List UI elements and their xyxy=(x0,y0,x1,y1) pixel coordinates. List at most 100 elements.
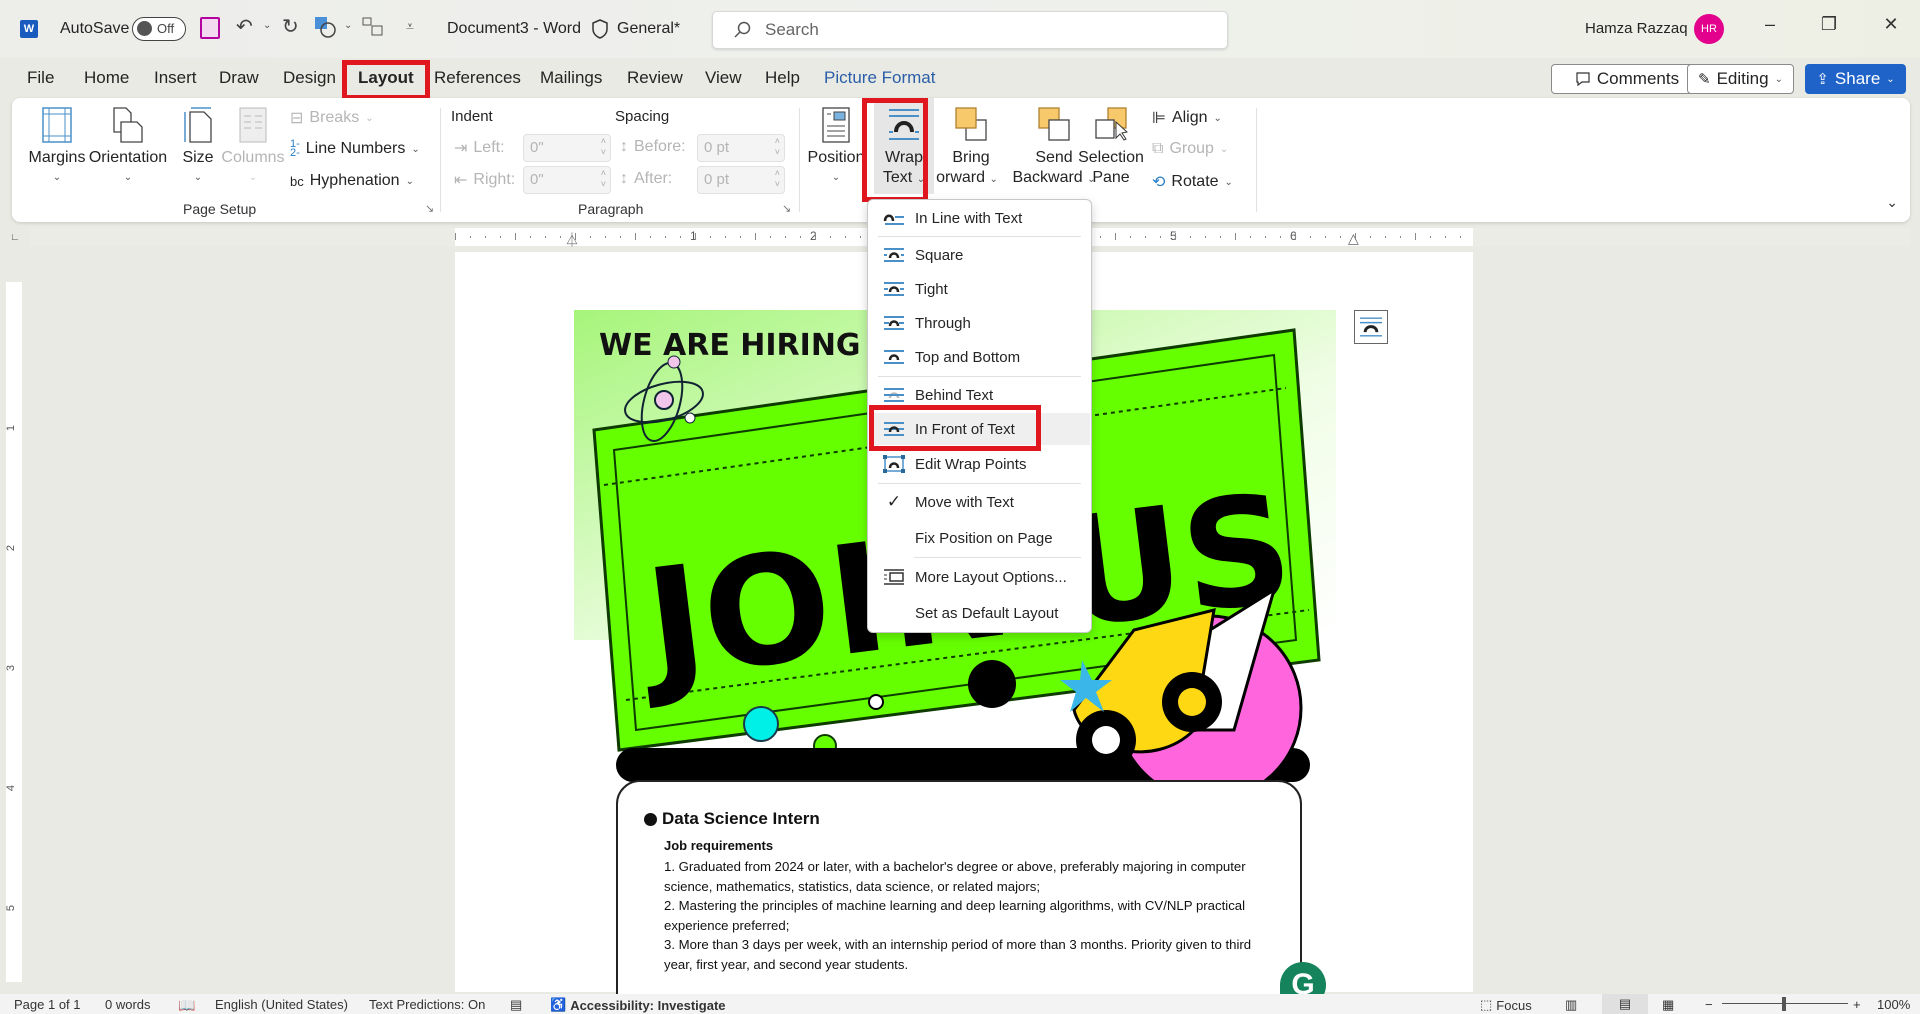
search-box[interactable]: Search xyxy=(712,11,1228,49)
indent-right-value: 0" xyxy=(530,171,544,188)
zoom-slider-thumb[interactable] xyxy=(1782,997,1786,1011)
spinner-arrows-icon[interactable]: ˄ ˅ xyxy=(601,168,606,190)
language[interactable]: English (United States) xyxy=(215,997,348,1012)
tab-selector-icon[interactable]: ∟ xyxy=(10,232,20,243)
tab-draw[interactable]: Draw xyxy=(219,68,259,88)
tab-insert[interactable]: Insert xyxy=(154,68,197,88)
user-name[interactable]: Hamza Razzaq xyxy=(1585,20,1688,37)
ruler-tick xyxy=(695,233,696,240)
word-count[interactable]: 0 words xyxy=(105,997,151,1012)
menu-item-more-layout-options[interactable]: More Layout Options... xyxy=(869,561,1090,593)
ruler-tick xyxy=(470,236,471,238)
job-requirements-list[interactable]: 1. Graduated from 2024 or later, with a … xyxy=(664,857,1274,974)
menu-item-square[interactable]: Square xyxy=(869,239,1090,271)
vertical-ruler[interactable]: 1 2 3 4 5 xyxy=(5,282,22,982)
menu-item-in-line-with-text[interactable]: In Line with Text xyxy=(869,202,1090,234)
shield-icon[interactable] xyxy=(590,18,610,40)
position-button[interactable]: Position ⌄ xyxy=(808,106,864,188)
autosave-toggle[interactable]: Off xyxy=(132,17,186,41)
rotate-button[interactable]: ⟲ Rotate ⌄ xyxy=(1152,172,1233,192)
left-indent-marker-icon[interactable]: ⏃ xyxy=(565,230,579,250)
read-mode-icon[interactable]: ▥ xyxy=(1565,997,1577,1013)
menu-item-set-as-default-layout[interactable]: Set as Default Layout xyxy=(869,597,1090,629)
menu-item-tight[interactable]: Tight xyxy=(869,273,1090,305)
tab-references[interactable]: References xyxy=(434,68,521,88)
undo-dropdown-chevron-icon[interactable]: ⌄ xyxy=(263,20,271,31)
ruler-tick xyxy=(1160,236,1161,238)
line-numbers-button[interactable]: 1- 2- Line Numbers ⌄ xyxy=(290,139,420,159)
paragraph-launcher-icon[interactable]: ↘ xyxy=(782,202,791,215)
macro-recorder-icon[interactable]: ▤ xyxy=(510,997,522,1013)
menu-item-edit-wrap-points[interactable]: Edit Wrap Points xyxy=(869,448,1090,480)
spacing-after-input[interactable]: 0 pt ˄ ˅ xyxy=(697,166,785,194)
size-button[interactable]: Size ⌄ xyxy=(175,106,221,188)
tab-picture-format[interactable]: Picture Format xyxy=(824,68,935,88)
margins-button[interactable]: Margins ⌄ xyxy=(24,106,90,188)
comments-label: Comments xyxy=(1596,69,1680,88)
undo-icon[interactable]: ↶ xyxy=(236,14,253,39)
draw-table-icon[interactable] xyxy=(362,17,386,37)
ruler-tick xyxy=(860,236,861,238)
menu-item-move-with-text[interactable]: ✓ Move with Text xyxy=(869,486,1090,518)
menu-item-fix-position-on-page[interactable]: Fix Position on Page xyxy=(869,522,1090,554)
indent-right-input[interactable]: 0" ˄ ˅ xyxy=(523,166,611,194)
avatar[interactable]: HR xyxy=(1694,14,1724,44)
shapes-dropdown-chevron-icon[interactable]: ⌄ xyxy=(344,20,352,31)
tab-mailings[interactable]: Mailings xyxy=(540,68,602,88)
customize-toolbar-icon[interactable]: ⩡ xyxy=(406,18,414,35)
minimize-icon[interactable]: – xyxy=(1755,14,1785,35)
align-label: Align xyxy=(1171,109,1208,126)
shapes-icon[interactable] xyxy=(314,16,336,38)
restore-icon[interactable]: ❐ xyxy=(1814,14,1844,35)
page-setup-launcher-icon[interactable]: ↘ xyxy=(425,202,434,215)
collapse-ribbon-chevron-icon[interactable]: ⌄ xyxy=(1886,194,1898,211)
comments-button[interactable]: Comments xyxy=(1551,64,1703,94)
print-layout-icon[interactable]: ▤ xyxy=(1602,994,1648,1014)
layout-options-button[interactable] xyxy=(1354,310,1388,344)
spinner-arrows-icon[interactable]: ˄ ˅ xyxy=(775,136,780,158)
accessibility-checker[interactable]: ♿ Accessibility: Investigate xyxy=(550,997,726,1013)
close-icon[interactable]: ✕ xyxy=(1876,14,1906,35)
app-name: Word xyxy=(543,20,581,37)
focus-mode-button[interactable]: ⬚ Focus xyxy=(1480,997,1532,1013)
job-title[interactable]: Data Science Intern xyxy=(662,809,820,829)
tab-review[interactable]: Review xyxy=(627,68,683,88)
tab-help[interactable]: Help xyxy=(765,68,800,88)
save-icon[interactable] xyxy=(200,17,220,39)
sensitivity-label[interactable]: General* xyxy=(617,20,680,38)
zoom-out-icon[interactable]: − xyxy=(1705,997,1713,1012)
spinner-arrows-icon[interactable]: ˄ ˅ xyxy=(601,136,606,158)
proofing-book-icon[interactable]: 📖 xyxy=(178,997,195,1014)
job-requirements-heading[interactable]: Job requirements xyxy=(664,838,773,853)
eye-inner xyxy=(1178,688,1206,716)
share-button[interactable]: ⇪ Share ⌄ xyxy=(1805,64,1906,94)
text-predictions[interactable]: Text Predictions: On xyxy=(369,997,485,1012)
hyphenation-button[interactable]: bc Hyphenation ⌄ xyxy=(290,172,414,190)
right-indent-marker-icon[interactable]: △ xyxy=(1348,230,1359,247)
spacing-before-input[interactable]: 0 pt ˄ ˅ xyxy=(697,134,785,162)
columns-button[interactable]: Columns ⌄ xyxy=(220,106,286,188)
web-layout-icon[interactable]: ▦ xyxy=(1662,997,1674,1013)
zoom-in-icon[interactable]: + xyxy=(1853,997,1861,1012)
menu-item-top-and-bottom[interactable]: Top and Bottom xyxy=(869,341,1090,373)
orientation-button[interactable]: Orientation ⌄ xyxy=(87,106,169,188)
zoom-level[interactable]: 100% xyxy=(1877,997,1910,1012)
breaks-button[interactable]: ⊟ Breaks ⌄ xyxy=(290,108,374,128)
chevron-down-icon: ⌄ xyxy=(1219,143,1229,155)
decor-circle-cyan xyxy=(743,706,779,742)
redo-icon[interactable]: ↻ xyxy=(282,14,299,39)
spinner-arrows-icon[interactable]: ˄ ˅ xyxy=(775,168,780,190)
selection-pane-button[interactable]: Selection Pane xyxy=(1076,106,1146,188)
wrap-behind-icon xyxy=(883,386,905,404)
group-button[interactable]: ⧉ Group ⌄ xyxy=(1152,140,1228,158)
tab-design[interactable]: Design xyxy=(283,68,336,88)
editing-button[interactable]: ✎ Editing ⌄ xyxy=(1687,64,1794,94)
tab-view[interactable]: View xyxy=(705,68,742,88)
page-count[interactable]: Page 1 of 1 xyxy=(14,997,81,1012)
menu-item-through[interactable]: Through xyxy=(869,307,1090,339)
bring-forward-button[interactable]: Bring orward ⌄ xyxy=(930,106,1012,190)
indent-left-input[interactable]: 0" ˄ ˅ xyxy=(523,134,611,162)
align-button[interactable]: ⊫ Align ⌄ xyxy=(1152,108,1222,128)
tab-home[interactable]: Home xyxy=(84,68,129,88)
tab-file[interactable]: File xyxy=(27,68,54,88)
